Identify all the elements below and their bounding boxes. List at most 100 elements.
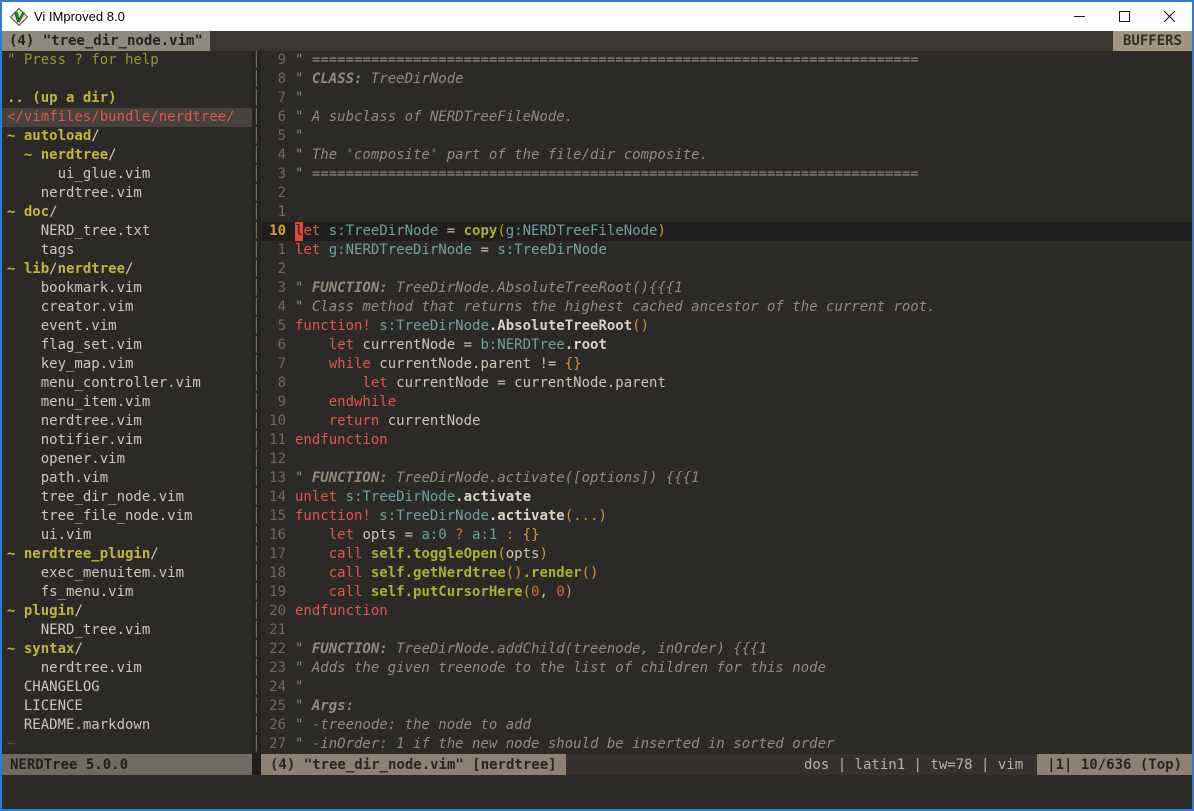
code-segment: ) xyxy=(539,545,547,564)
close-button[interactable] xyxy=(1147,2,1192,31)
maximize-button[interactable] xyxy=(1102,2,1147,31)
tree-item-file[interactable]: tags xyxy=(7,241,252,260)
code-line[interactable]: 19 call self.putCursorHere(0, 0) xyxy=(261,583,1192,602)
code-line[interactable]: 1 xyxy=(261,203,1192,222)
code-line[interactable]: 6" A subclass of NERDTreeFileNode. xyxy=(261,108,1192,127)
code-line[interactable]: 27" -inOrder: 1 if the new node should b… xyxy=(261,735,1192,754)
tree-item-file[interactable]: opener.vim xyxy=(7,450,252,469)
code-line[interactable]: 5" xyxy=(261,127,1192,146)
code-segment: let xyxy=(329,526,354,545)
code-line[interactable]: 9 endwhile xyxy=(261,393,1192,412)
code-line[interactable]: 16 let opts = a:0 ? a:1 : {} xyxy=(261,526,1192,545)
line-number: 7 xyxy=(261,89,295,108)
tree-item-file[interactable]: ui_glue.vim xyxy=(7,165,252,184)
code-line[interactable]: 26" -treenode: the node to add xyxy=(261,716,1192,735)
code-segment: call xyxy=(329,564,363,583)
code-line[interactable]: 22" FUNCTION: TreeDirNode.addChild(treen… xyxy=(261,640,1192,659)
tree-item-dir[interactable]: ~ doc/ xyxy=(7,203,252,222)
code-line[interactable]: 24" xyxy=(261,678,1192,697)
tree-item-file[interactable]: nerdtree.vim xyxy=(7,184,252,203)
code-line[interactable]: 7" xyxy=(261,89,1192,108)
tree-item-file[interactable]: ui.vim xyxy=(7,526,252,545)
tree-item-file[interactable]: NERD_tree.vim xyxy=(7,621,252,640)
code-line[interactable]: 23" Adds the given treenode to the list … xyxy=(261,659,1192,678)
tree-item-file[interactable]: nerdtree.vim xyxy=(7,412,252,431)
tree-item-file[interactable]: CHANGELOG xyxy=(7,678,252,697)
tree-item-file[interactable]: NERD_tree.txt xyxy=(7,222,252,241)
code-line[interactable]: 14unlet s:TreeDirNode.activate xyxy=(261,488,1192,507)
code-line[interactable]: 8" CLASS: TreeDirNode xyxy=(261,70,1192,89)
tree-item-up[interactable]: .. (up a dir) xyxy=(7,89,252,108)
code-segment: ) xyxy=(565,583,573,602)
code-line[interactable]: 4" The 'composite' part of the file/dir … xyxy=(261,146,1192,165)
vim-icon[interactable] xyxy=(10,8,28,26)
tree-item-root[interactable]: </vimfiles/bundle/nerdtree/ xyxy=(2,108,252,127)
tab-tree-dir-node[interactable]: (4) "tree_dir_node.vim" xyxy=(2,31,210,51)
code-line[interactable]: 4" Class method that returns the highest… xyxy=(261,298,1192,317)
tree-item-file[interactable]: creator.vim xyxy=(7,298,252,317)
line-number: 1 xyxy=(261,241,295,260)
code-segment: menu_item.vim xyxy=(7,394,150,410)
window-controls xyxy=(1057,2,1192,31)
code-line[interactable]: 20endfunction xyxy=(261,602,1192,621)
code-line[interactable]: 8 let currentNode = currentNode.parent xyxy=(261,374,1192,393)
tree-item-file[interactable]: LICENCE xyxy=(7,697,252,716)
tree-item-dir[interactable]: ~ nerdtree/ xyxy=(7,146,252,165)
line-number: 5 xyxy=(261,317,295,336)
code-segment: endfunction xyxy=(295,431,388,450)
tree-item-dir[interactable]: ~ autoload/ xyxy=(7,127,252,146)
tree-item-dir[interactable]: ~ nerdtree_plugin/ xyxy=(7,545,252,564)
tree-item-file[interactable]: fs_menu.vim xyxy=(7,583,252,602)
code-line[interactable]: 2 xyxy=(261,260,1192,279)
line-number: 12 xyxy=(261,450,295,469)
tree-item-file[interactable]: event.vim xyxy=(7,317,252,336)
code-line[interactable]: 1let g:NERDTreeDirNode = s:TreeDirNode xyxy=(261,241,1192,260)
code-line[interactable]: 15function! s:TreeDirNode.activate(...) xyxy=(261,507,1192,526)
code-segment: flag_set.vim xyxy=(7,337,142,353)
code-segment: = xyxy=(472,241,497,260)
window-separator[interactable]: │ │ │ │ │ │ │ │ │ │ │ │ │ │ │ │ │ │ │ │ … xyxy=(252,51,261,754)
code-segment: s:TreeDirNode xyxy=(329,222,439,241)
code-line[interactable]: 2 xyxy=(261,184,1192,203)
code-segment: / xyxy=(74,603,82,619)
line-number: 6 xyxy=(261,108,295,127)
tree-item-dir[interactable]: ~ syntax/ xyxy=(7,640,252,659)
code-line[interactable]: 12 xyxy=(261,450,1192,469)
tree-item-file[interactable]: README.markdown xyxy=(7,716,252,735)
code-line-current[interactable]: 10let s:TreeDirNode = copy(g:NERDTreeFil… xyxy=(261,222,1192,241)
code-segment: s:TreeDirNode xyxy=(379,317,489,336)
tree-item-file[interactable]: menu_item.vim xyxy=(7,393,252,412)
tree-item-file[interactable]: path.vim xyxy=(7,469,252,488)
code-line[interactable]: 18 call self.getNerdtree().render() xyxy=(261,564,1192,583)
tree-item-dir[interactable]: ~ plugin/ xyxy=(7,602,252,621)
code-line[interactable]: 7 while currentNode.parent != {} xyxy=(261,355,1192,374)
code-segment: ~ lib xyxy=(7,261,49,277)
command-line[interactable] xyxy=(2,775,1192,809)
tree-item-file[interactable]: bookmark.vim xyxy=(7,279,252,298)
tree-item-dir[interactable]: ~ lib/nerdtree/ xyxy=(7,260,252,279)
code-line[interactable]: 25" Args: xyxy=(261,697,1192,716)
tree-item-file[interactable]: tree_file_node.vim xyxy=(7,507,252,526)
code-line[interactable]: 3" FUNCTION: TreeDirNode.AbsoluteTreeRoo… xyxy=(261,279,1192,298)
code-line[interactable]: 13" FUNCTION: TreeDirNode.activate([opti… xyxy=(261,469,1192,488)
tree-item-file[interactable]: key_map.vim xyxy=(7,355,252,374)
line-number: 24 xyxy=(261,678,295,697)
editor-panel[interactable]: 9" =====================================… xyxy=(261,51,1192,754)
code-line[interactable]: 3" =====================================… xyxy=(261,165,1192,184)
tree-item-file[interactable]: menu_controller.vim xyxy=(7,374,252,393)
tree-item-file[interactable]: notifier.vim xyxy=(7,431,252,450)
code-line[interactable]: 9" =====================================… xyxy=(261,51,1192,70)
line-number: 9 xyxy=(261,393,295,412)
tree-item-file[interactable]: exec_menuitem.vim xyxy=(7,564,252,583)
code-line[interactable]: 10 return currentNode xyxy=(261,412,1192,431)
tree-item-file[interactable]: tree_dir_node.vim xyxy=(7,488,252,507)
tree-item-file[interactable]: nerdtree.vim xyxy=(7,659,252,678)
code-line[interactable]: 11endfunction xyxy=(261,431,1192,450)
code-line[interactable]: 17 call self.toggleOpen(opts) xyxy=(261,545,1192,564)
code-line[interactable]: 21 xyxy=(261,621,1192,640)
code-line[interactable]: 6 let currentNode = b:NERDTree.root xyxy=(261,336,1192,355)
code-line[interactable]: 5function! s:TreeDirNode.AbsoluteTreeRoo… xyxy=(261,317,1192,336)
tabline-fill xyxy=(210,31,1113,51)
minimize-button[interactable] xyxy=(1057,2,1102,31)
tree-item-file[interactable]: flag_set.vim xyxy=(7,336,252,355)
